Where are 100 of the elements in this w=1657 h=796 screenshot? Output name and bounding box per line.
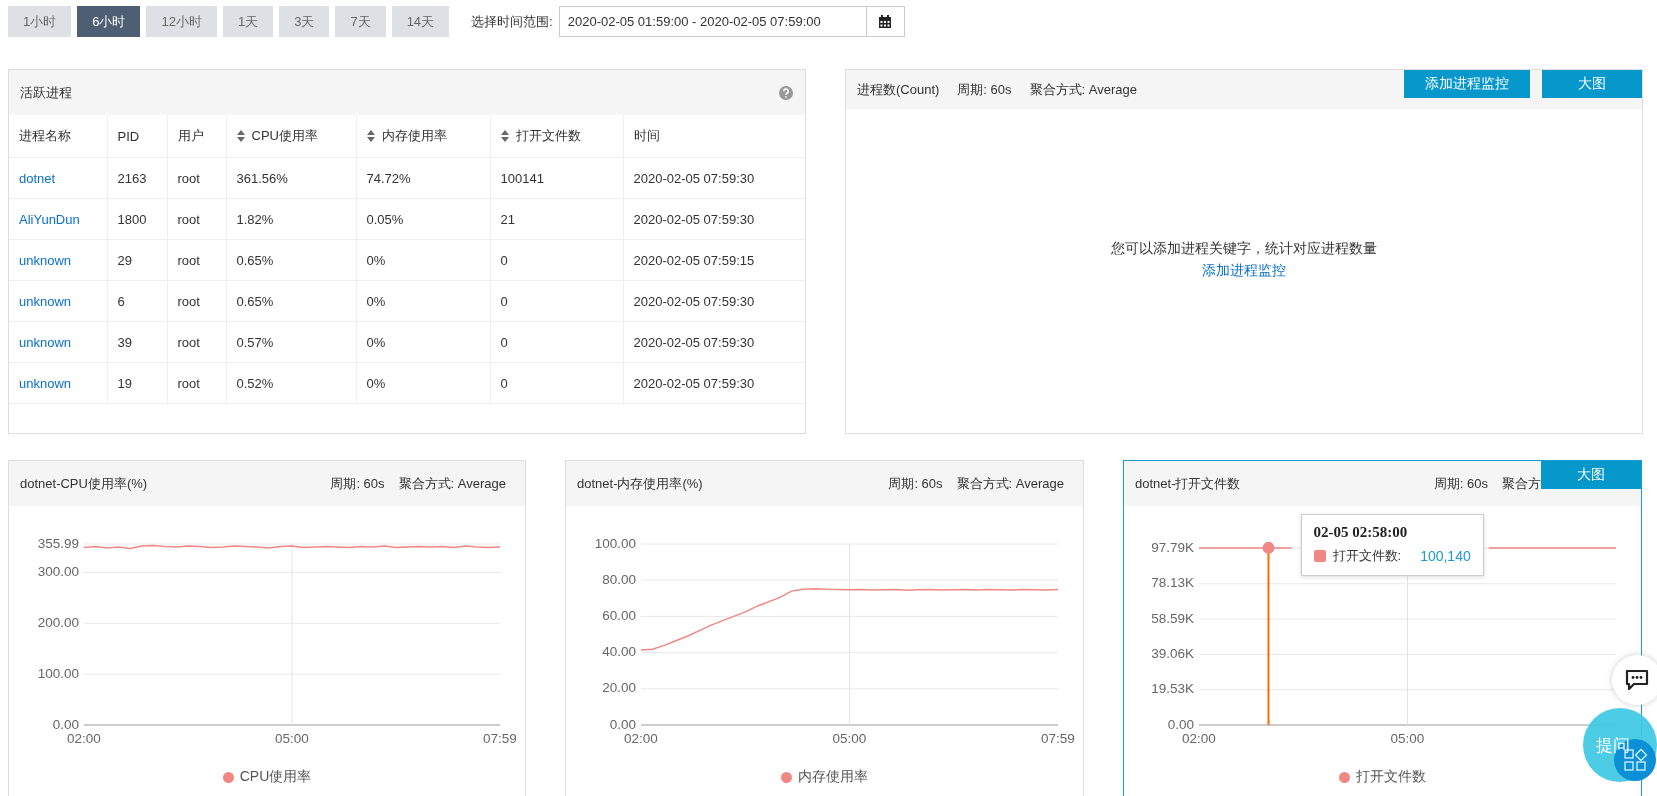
table-cell: 2020-02-05 07:59:30: [623, 321, 805, 363]
axis-label: 0.00: [52, 716, 79, 732]
table-cell: 0%: [356, 362, 490, 404]
axis-label: 60.00: [602, 607, 636, 623]
table-cell: 0.05%: [356, 198, 490, 240]
axis-label: 39.06K: [1151, 645, 1194, 661]
time-range-button[interactable]: 12小时: [146, 6, 217, 37]
axis-label: 19.53K: [1151, 681, 1194, 697]
axis-label: 02:00: [624, 730, 658, 746]
axis-label: 05:00: [832, 730, 867, 746]
table-cell: 1.82%: [226, 198, 356, 240]
column-header: 时间: [623, 115, 805, 158]
table-cell: 74.72%: [356, 157, 490, 199]
table-cell: 2020-02-05 07:59:15: [623, 239, 805, 281]
table-cell: 0: [490, 239, 623, 281]
table-cell: 2020-02-05 07:59:30: [623, 157, 805, 199]
axis-label: 97.79K: [1151, 539, 1194, 555]
period-label: 周期: 60s: [957, 81, 1012, 99]
column-header: 用户: [167, 115, 226, 158]
axis-label: 355.99: [37, 535, 79, 551]
table-cell: 0%: [356, 239, 490, 281]
tooltip-label: 打开文件数:: [1332, 547, 1402, 565]
process-link[interactable]: unknown: [19, 375, 72, 391]
table-cell: 361.56%: [226, 157, 356, 199]
ask-button[interactable]: 提问: [1583, 708, 1657, 782]
date-range-field[interactable]: 2020-02-05 01:59:00 - 2020-02-05 07:59:00: [558, 6, 867, 37]
table-cell: 2020-02-05 07:59:30: [623, 362, 805, 404]
axis-label: 80.00: [602, 571, 636, 587]
table-cell: 2020-02-05 07:59:30: [623, 280, 805, 322]
time-range-label: 选择时间范围:: [471, 12, 553, 31]
process-link[interactable]: unknown: [19, 334, 72, 350]
panel-title: 活跃进程: [20, 83, 72, 102]
table-cell: 0.52%: [226, 362, 356, 404]
time-range-button[interactable]: 7天: [335, 6, 386, 37]
period-label: 周期: 60s: [1433, 474, 1488, 493]
axis-label: 100.00: [37, 665, 79, 681]
header-button[interactable]: 大图: [1542, 70, 1642, 98]
table-cell: root: [167, 321, 226, 363]
axis-label: 07:59: [483, 730, 517, 746]
aggregation-label: 聚合方式: Average: [1029, 81, 1137, 99]
column-header: 进程名称: [9, 115, 107, 158]
axis-label: 07:59: [1041, 730, 1075, 746]
legend-label[interactable]: 打开文件数: [1356, 768, 1426, 786]
time-range-button[interactable]: 1天: [222, 6, 274, 37]
axis-label: 0.00: [609, 716, 636, 732]
table-cell: 0.65%: [226, 280, 356, 322]
table-cell: root: [167, 157, 226, 199]
table-cell: 0: [490, 280, 623, 322]
axis-label: 05:00: [275, 730, 309, 746]
enlarge-button[interactable]: 大图: [1541, 461, 1641, 489]
legend-label[interactable]: CPU使用率: [239, 768, 312, 786]
panel-title: 进程数(Count): [856, 81, 940, 99]
axis-label: 300.00: [37, 564, 79, 580]
add-monitor-link[interactable]: 添加进程监控: [1202, 262, 1286, 280]
time-range-button[interactable]: 3天: [279, 6, 330, 37]
chart-title: dotnet-内存使用率(%): [577, 474, 704, 493]
process-link[interactable]: dotnet: [19, 170, 56, 186]
time-range-button[interactable]: 6小时: [77, 6, 141, 37]
table-cell: root: [167, 239, 226, 281]
table-cell: 6: [107, 280, 167, 322]
axis-label: 200.00: [37, 614, 79, 630]
table-cell: root: [167, 280, 226, 322]
empty-message: 您可以添加进程关键字，统计对应进程数量: [1111, 240, 1377, 258]
process-link[interactable]: AliYunDun: [19, 211, 80, 227]
table-cell: 2163: [107, 157, 167, 199]
axis-label: 58.59K: [1151, 610, 1194, 626]
table-cell: 0.57%: [226, 321, 356, 363]
aggregation-label: 聚合方式: Average: [398, 474, 506, 493]
period-label: 周期: 60s: [888, 474, 943, 493]
axis-label: 20.00: [602, 680, 636, 696]
axis-label: 78.13K: [1151, 575, 1194, 591]
table-cell: 1800: [107, 198, 167, 240]
process-link[interactable]: unknown: [19, 293, 72, 309]
column-header: PID: [107, 115, 167, 158]
table-cell: 0%: [356, 321, 490, 363]
column-header[interactable]: 内存使用率: [381, 127, 447, 145]
column-header[interactable]: CPU使用率: [251, 127, 318, 145]
axis-label: 0.00: [1167, 716, 1194, 732]
column-header[interactable]: 打开文件数: [515, 127, 581, 145]
legend-label[interactable]: 内存使用率: [798, 768, 868, 786]
tooltip-title: 02-05 02:58:00: [1313, 524, 1409, 541]
chart-title: dotnet-打开文件数: [1135, 474, 1242, 493]
axis-label: 02:00: [1182, 730, 1216, 746]
aggregation-label: 聚合方: [1502, 474, 1541, 493]
table-cell: 0: [490, 362, 623, 404]
header-button[interactable]: 添加进程监控: [1404, 70, 1530, 98]
table-cell: 39: [107, 321, 167, 363]
time-range-button[interactable]: 1小时: [8, 6, 72, 37]
chart-title: dotnet-CPU使用率(%): [20, 474, 149, 493]
process-link[interactable]: unknown: [19, 252, 72, 268]
table-cell: 0: [490, 321, 623, 363]
table-cell: 0%: [356, 280, 490, 322]
table-cell: 21: [490, 198, 623, 240]
time-range-button[interactable]: 14天: [391, 6, 450, 37]
period-label: 周期: 60s: [330, 474, 385, 493]
axis-label: 40.00: [602, 644, 636, 660]
table-cell: 19: [107, 362, 167, 404]
axis-label: 05:00: [1390, 730, 1425, 746]
table-cell: 29: [107, 239, 167, 281]
tooltip-value: 100,140: [1420, 548, 1471, 564]
